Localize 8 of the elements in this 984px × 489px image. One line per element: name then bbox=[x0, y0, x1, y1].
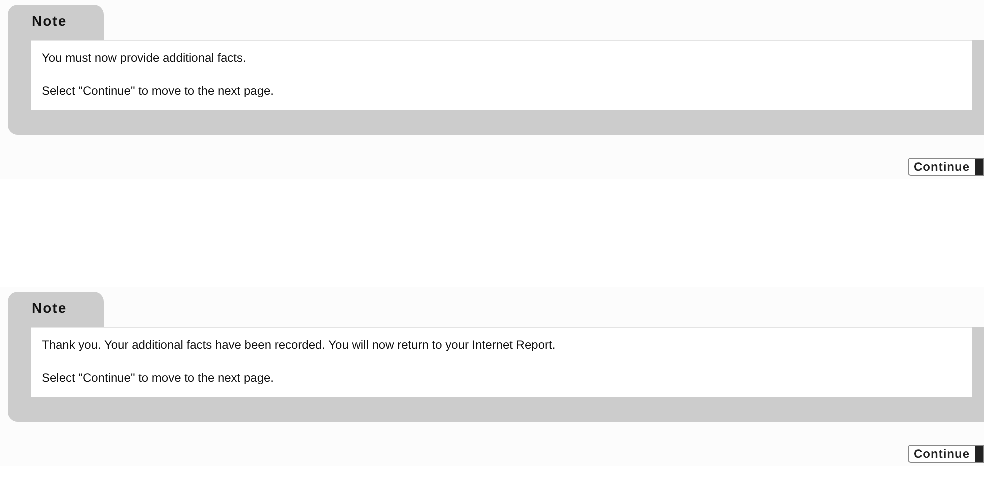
note-title: Note bbox=[32, 300, 68, 316]
note-text: Select "Continue" to move to the next page. bbox=[42, 84, 275, 98]
note-text: Select "Continue" to move to the next page. bbox=[42, 371, 275, 385]
note-text: You must now provide additional facts. bbox=[42, 51, 248, 65]
note-text: Thank you. Your additional facts have been recorded. You will now return to your Internet Report. bbox=[42, 338, 557, 352]
continue-button[interactable]: Continue bbox=[908, 445, 984, 463]
continue-button[interactable]: Continue bbox=[908, 158, 984, 176]
note-title: Note bbox=[32, 13, 68, 29]
